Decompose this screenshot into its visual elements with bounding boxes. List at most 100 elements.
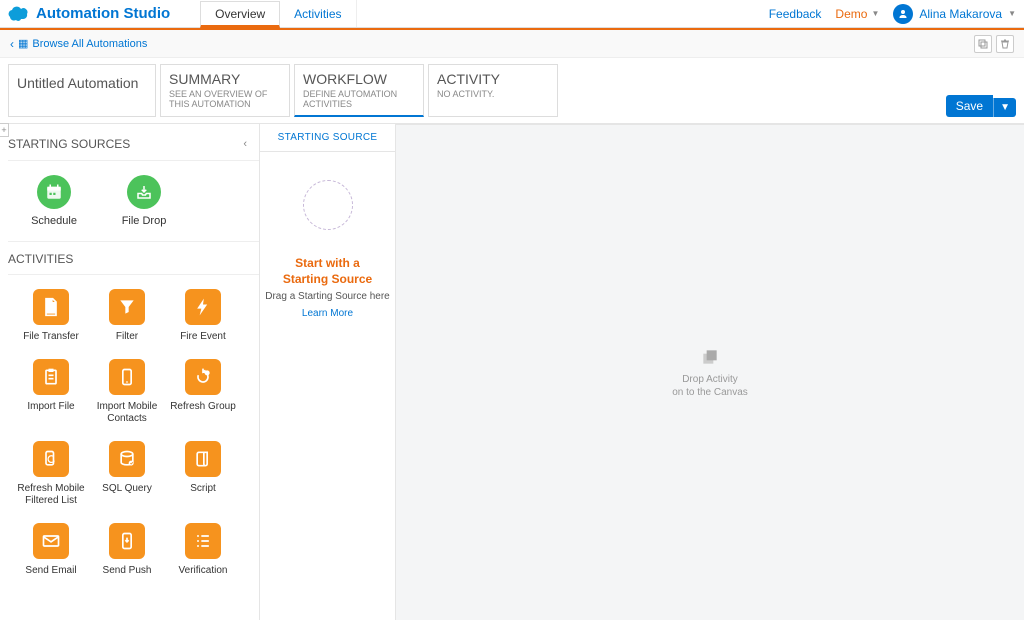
save-dropdown[interactable]: ▼ xyxy=(993,98,1016,117)
automation-title[interactable]: Untitled Automation xyxy=(8,64,156,117)
activity-label: Send Email xyxy=(25,565,76,577)
chevron-left-icon: ‹ xyxy=(10,37,14,51)
grid-icon: ▦ xyxy=(18,37,28,50)
top-tabs: Overview Activities xyxy=(200,0,356,27)
feedback-link[interactable]: Feedback xyxy=(769,7,822,21)
browse-automations-link[interactable]: ‹ ▦ Browse All Automations xyxy=(10,37,147,51)
activity-label: Script xyxy=(190,483,216,495)
activity-label: Fire Event xyxy=(180,331,226,343)
activity-drop-canvas[interactable]: Drop Activityon to the Canvas xyxy=(396,124,1024,620)
activities-header-label: ACTIVITIES xyxy=(8,252,73,266)
activity-clipboard[interactable]: Import File xyxy=(14,359,88,425)
chevron-down-icon: ▼ xyxy=(1008,9,1016,18)
source-schedule-label: Schedule xyxy=(31,215,77,227)
stack-icon xyxy=(700,347,720,367)
mode-tab-workflow[interactable]: WORKFLOW DEFINE AUTOMATION ACTIVITIES xyxy=(294,64,424,117)
activity-label: Refresh Group xyxy=(170,401,236,413)
clipboard-icon xyxy=(33,359,69,395)
database-icon xyxy=(109,441,145,477)
checklist-icon xyxy=(185,523,221,559)
mode-activity-sub: NO ACTIVITY. xyxy=(437,89,549,99)
activity-label: Verification xyxy=(179,565,228,577)
push-icon xyxy=(109,523,145,559)
activity-file[interactable]: File Transfer xyxy=(14,289,88,343)
chevron-down-icon: ▼ xyxy=(871,9,879,18)
account-label: Demo xyxy=(835,7,867,21)
username: Alina Makarova xyxy=(919,7,1002,21)
activity-checklist[interactable]: Verification xyxy=(166,523,240,577)
expand-handle[interactable]: + xyxy=(0,123,9,137)
activity-label: Import File xyxy=(27,401,74,413)
source-file-drop[interactable]: File Drop xyxy=(114,175,174,227)
envelope-icon xyxy=(33,523,69,559)
start-title: Start with aStarting Source xyxy=(283,256,372,287)
activity-envelope[interactable]: Send Email xyxy=(14,523,88,577)
activity-phone[interactable]: Import Mobile Contacts xyxy=(90,359,164,425)
left-panel: STARTING SOURCES ‹ Schedule File Drop AC… xyxy=(0,124,260,620)
starting-source-dropzone[interactable] xyxy=(303,180,353,230)
automation-title-text: Untitled Automation xyxy=(17,75,138,91)
learn-more-link[interactable]: Learn More xyxy=(302,308,353,319)
activity-label: File Transfer xyxy=(23,331,79,343)
activity-push[interactable]: Send Push xyxy=(90,523,164,577)
user-menu[interactable]: Alina Makarova ▼ xyxy=(893,4,1016,24)
starting-source-col-header: STARTING SOURCE xyxy=(260,124,395,152)
salesforce-cloud-icon xyxy=(6,6,30,22)
mobile-refresh-icon xyxy=(33,441,69,477)
activity-refresh[interactable]: Refresh Group xyxy=(166,359,240,425)
refresh-icon xyxy=(185,359,221,395)
starting-source-column: STARTING SOURCE Start with aStarting Sou… xyxy=(260,124,396,620)
delete-button[interactable] xyxy=(996,35,1014,53)
file-icon xyxy=(33,289,69,325)
starting-sources-grid: Schedule File Drop xyxy=(8,169,259,241)
start-subtitle: Drag a Starting Source here xyxy=(265,291,390,302)
save-button[interactable]: Save xyxy=(946,95,993,117)
source-schedule[interactable]: Schedule xyxy=(24,175,84,227)
activity-label: Send Push xyxy=(103,565,152,577)
tab-activities-label: Activities xyxy=(294,7,341,21)
activity-label: Refresh Mobile Filtered List xyxy=(14,483,88,507)
activities-grid: File Transfer Filter Fire Event Import File… xyxy=(8,283,259,581)
mode-summary-sub: SEE AN OVERVIEW OF THIS AUTOMATION xyxy=(169,89,281,109)
activity-label: SQL Query xyxy=(102,483,152,495)
activity-mobile-refresh[interactable]: Refresh Mobile Filtered List xyxy=(14,441,88,507)
source-file-drop-label: File Drop xyxy=(122,215,167,227)
activity-label: Import Mobile Contacts xyxy=(90,401,164,425)
mode-activity-title: ACTIVITY xyxy=(437,71,549,87)
top-nav: Automation Studio Overview Activities Fe… xyxy=(0,0,1024,28)
app-title: Automation Studio xyxy=(36,5,170,22)
funnel-icon xyxy=(109,289,145,325)
mode-workflow-sub: DEFINE AUTOMATION ACTIVITIES xyxy=(303,89,415,109)
starting-sources-label: STARTING SOURCES xyxy=(8,137,130,151)
avatar xyxy=(893,4,913,24)
tab-overview[interactable]: Overview xyxy=(200,1,280,28)
phone-icon xyxy=(109,359,145,395)
mode-summary-title: SUMMARY xyxy=(169,71,281,87)
bolt-icon xyxy=(185,289,221,325)
secondary-bar: ‹ ▦ Browse All Automations xyxy=(0,30,1024,58)
mode-workflow-title: WORKFLOW xyxy=(303,71,415,87)
mode-tab-activity[interactable]: ACTIVITY NO ACTIVITY. xyxy=(428,64,558,117)
save-label: Save xyxy=(956,99,983,113)
canvas: STARTING SOURCE Start with aStarting Sou… xyxy=(260,124,1024,620)
scroll-icon xyxy=(185,441,221,477)
workspace: STARTING SOURCES ‹ Schedule File Drop AC… xyxy=(0,124,1024,620)
inbox-icon xyxy=(127,175,161,209)
automation-header-row: + Untitled Automation SUMMARY SEE AN OVE… xyxy=(0,58,1024,124)
starting-sources-header: STARTING SOURCES ‹ xyxy=(8,132,259,161)
collapse-panel-button[interactable]: ‹ xyxy=(237,136,253,152)
activity-scroll[interactable]: Script xyxy=(166,441,240,507)
activity-label: Filter xyxy=(116,331,138,343)
copy-button[interactable] xyxy=(974,35,992,53)
activity-funnel[interactable]: Filter xyxy=(90,289,164,343)
activity-bolt[interactable]: Fire Event xyxy=(166,289,240,343)
drop-hint: Drop Activityon to the Canvas xyxy=(672,373,748,399)
calendar-icon xyxy=(37,175,71,209)
tab-activities[interactable]: Activities xyxy=(280,0,356,27)
account-dropdown[interactable]: Demo ▼ xyxy=(835,7,879,21)
mode-tab-summary[interactable]: SUMMARY SEE AN OVERVIEW OF THIS AUTOMATI… xyxy=(160,64,290,117)
browse-label: Browse All Automations xyxy=(32,38,147,50)
activity-database[interactable]: SQL Query xyxy=(90,441,164,507)
tab-overview-label: Overview xyxy=(215,7,265,21)
activities-header: ACTIVITIES xyxy=(8,241,259,275)
